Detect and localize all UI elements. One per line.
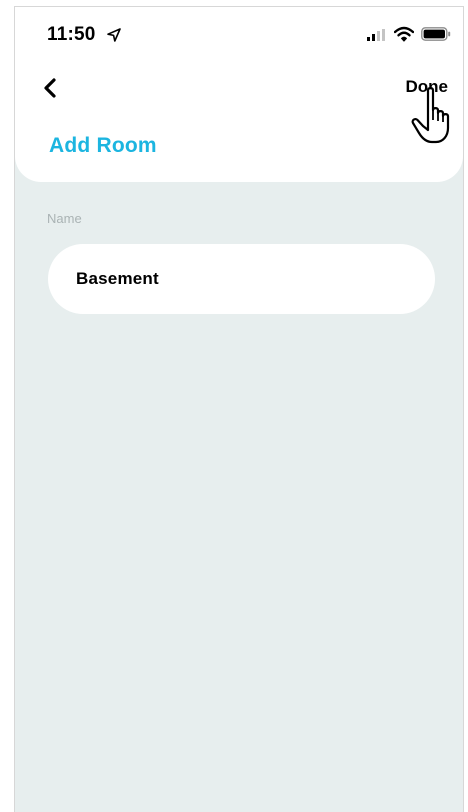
name-field-label: Name: [47, 211, 82, 226]
status-time: 11:50: [47, 24, 96, 45]
room-name-field[interactable]: Basement: [48, 244, 435, 314]
battery-icon: [421, 27, 451, 41]
done-button[interactable]: Done: [406, 77, 449, 97]
back-button[interactable]: [35, 73, 65, 103]
location-arrow-icon: [107, 28, 121, 42]
wifi-icon: [394, 26, 414, 42]
header-sheet: 11:50 Done Add Room: [15, 7, 463, 182]
room-name-value[interactable]: Basement: [76, 269, 159, 289]
signal-icon: [367, 29, 385, 41]
page-title: Add Room: [49, 134, 157, 157]
app-window: 11:50 Done Add Room Name Basement: [14, 6, 464, 812]
phone-screen: 11:50 Done Add Room Name Basement: [0, 0, 468, 812]
status-bar: 11:50: [15, 7, 463, 59]
chevron-left-icon: [44, 78, 56, 98]
